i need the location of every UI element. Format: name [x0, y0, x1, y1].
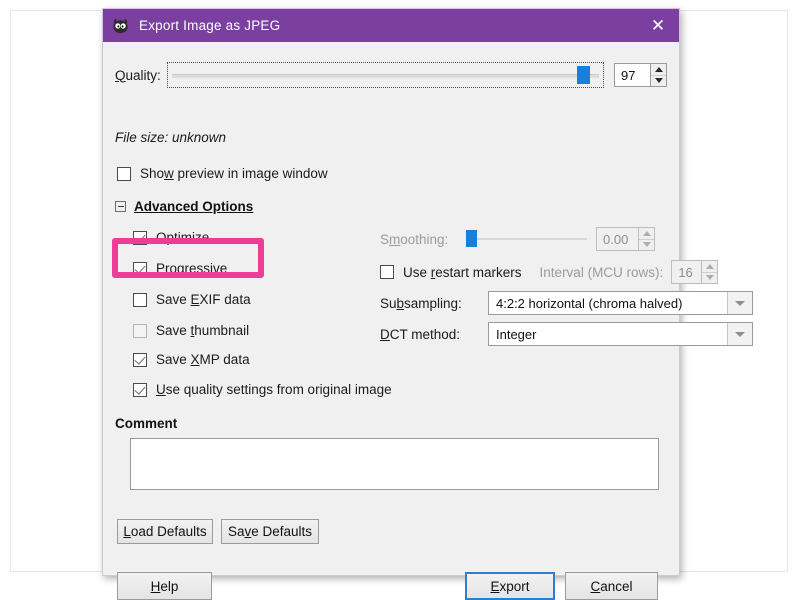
smoothing-label: Smoothing:	[380, 231, 449, 247]
checkbox-box-save-exif-data[interactable]	[133, 292, 147, 307]
subsampling-select[interactable]: 4:2:2 horizontal (chroma halved)	[488, 291, 753, 315]
subsampling-label: Subsampling:	[380, 295, 462, 311]
smoothing-value[interactable]: 0.00	[596, 227, 638, 251]
interval-spin-up[interactable]	[702, 261, 718, 273]
checkbox-save-thumbnail[interactable]: Save thumbnail	[133, 323, 249, 338]
interval-value[interactable]: 16	[671, 260, 702, 284]
help-label: Help	[150, 578, 179, 594]
close-icon[interactable]: ✕	[643, 13, 673, 39]
quality-row: Quality: 97	[115, 62, 667, 88]
smoothing-spin-buttons[interactable]	[638, 227, 655, 251]
cancel-label: Cancel	[590, 578, 633, 594]
checkbox-progressive[interactable]: Progressive	[133, 261, 227, 276]
subsampling-row: Subsampling: 4:2:2 horizontal (chroma ha…	[380, 291, 760, 315]
quality-slider-handle[interactable]	[576, 66, 590, 84]
quality-slider-track	[172, 74, 599, 78]
smoothing-slider[interactable]	[466, 229, 587, 249]
help-button[interactable]: Help	[117, 572, 212, 600]
checkbox-save-xmp-data[interactable]: Save XMP data	[133, 352, 250, 367]
checkbox-use-restart-markers[interactable]: Use restart markers	[380, 265, 522, 280]
export-button[interactable]: Export	[465, 572, 555, 600]
quality-slider[interactable]	[167, 62, 604, 88]
gimp-wilber-icon	[113, 19, 128, 34]
restart-markers-row: Use restart markers Interval (MCU rows):…	[380, 260, 719, 284]
smoothing-row: Smoothing: 0.00	[380, 227, 655, 251]
checkbox-box-progressive[interactable]	[133, 261, 147, 276]
checkbox-box-show-preview[interactable]	[117, 166, 131, 181]
smoothing-slider-handle[interactable]	[466, 230, 477, 247]
checkbox-label-optimize: Optimize	[156, 230, 210, 245]
checkbox-use-quality-settings[interactable]: Use quality settings from original image	[133, 382, 392, 397]
export-label: Export	[490, 578, 530, 594]
smoothing-spin-up[interactable]	[639, 228, 654, 240]
dct-method-select[interactable]: Integer	[488, 322, 753, 346]
quality-spin-down[interactable]	[651, 76, 666, 87]
load-defaults-button[interactable]: Load Defaults	[117, 519, 213, 544]
export-jpeg-dialog: Export Image as JPEG ✕ Quality: 97 File …	[102, 8, 753, 600]
load-defaults-label: Load Defaults	[123, 524, 207, 539]
dct-method-row: DCT method: Integer	[380, 322, 760, 346]
checkbox-optimize[interactable]: Optimize	[133, 230, 209, 245]
cancel-button[interactable]: Cancel	[565, 572, 658, 600]
interval-spin-buttons[interactable]	[701, 260, 719, 284]
quality-stepper[interactable]: 97	[614, 63, 667, 87]
checkbox-label-use-restart-markers: Use restart markers	[403, 264, 522, 280]
advanced-options-label: Advanced Options	[134, 199, 254, 214]
dialog-titlebar: Export Image as JPEG ✕	[103, 9, 679, 42]
checkbox-box-save-xmp-data[interactable]	[133, 352, 147, 367]
screenshot-root: Export Image as JPEG ✕ Quality: 97 File …	[0, 0, 800, 600]
checkbox-box-optimize[interactable]	[133, 230, 147, 245]
save-defaults-button[interactable]: Save Defaults	[221, 519, 319, 544]
checkbox-label-use-quality-settings: Use quality settings from original image	[156, 382, 392, 397]
file-size-text: File size: unknown	[115, 130, 227, 145]
subsampling-value: 4:2:2 horizontal (chroma halved)	[496, 295, 683, 311]
chevron-down-icon[interactable]	[727, 292, 752, 314]
comment-label: Comment	[115, 416, 178, 431]
smoothing-stepper[interactable]: 0.00	[596, 227, 655, 251]
quality-spin-up[interactable]	[651, 64, 666, 76]
interval-spin-down[interactable]	[702, 273, 717, 284]
checkbox-label-save-exif-data: Save EXIF data	[156, 292, 251, 307]
checkbox-save-exif-data[interactable]: Save EXIF data	[133, 292, 251, 307]
checkbox-label-save-xmp-data: Save XMP data	[156, 352, 250, 367]
save-defaults-label: Save Defaults	[227, 524, 313, 539]
checkbox-label-progressive: Progressive	[156, 261, 228, 276]
dialog-body: Quality: 97 File size: unknown Show prev…	[103, 42, 753, 600]
checkbox-label-show-preview: Show preview in image window	[140, 166, 328, 181]
quality-value[interactable]: 97	[614, 63, 650, 87]
smoothing-slider-track	[466, 238, 587, 240]
quality-spin-buttons[interactable]	[650, 63, 667, 87]
checkbox-box-use-quality-settings[interactable]	[133, 382, 147, 397]
dct-method-label: DCT method:	[380, 326, 461, 342]
checkbox-label-save-thumbnail: Save thumbnail	[156, 323, 250, 338]
interval-label: Interval (MCU rows):	[539, 264, 664, 280]
checkbox-box-save-thumbnail[interactable]	[133, 323, 147, 338]
advanced-options-toggle[interactable]: Advanced Options	[115, 199, 253, 214]
interval-stepper[interactable]: 16	[671, 260, 719, 284]
comment-input[interactable]	[130, 438, 659, 490]
checkbox-box-use-restart-markers[interactable]	[380, 265, 394, 279]
dct-method-value: Integer	[496, 326, 537, 342]
collapse-minus-icon[interactable]	[115, 201, 126, 212]
checkbox-show-preview[interactable]: Show preview in image window	[117, 166, 328, 181]
dialog-title: Export Image as JPEG	[139, 18, 281, 33]
chevron-down-icon[interactable]	[727, 323, 752, 345]
quality-label: Quality:	[115, 67, 161, 83]
smoothing-spin-down[interactable]	[639, 240, 654, 251]
